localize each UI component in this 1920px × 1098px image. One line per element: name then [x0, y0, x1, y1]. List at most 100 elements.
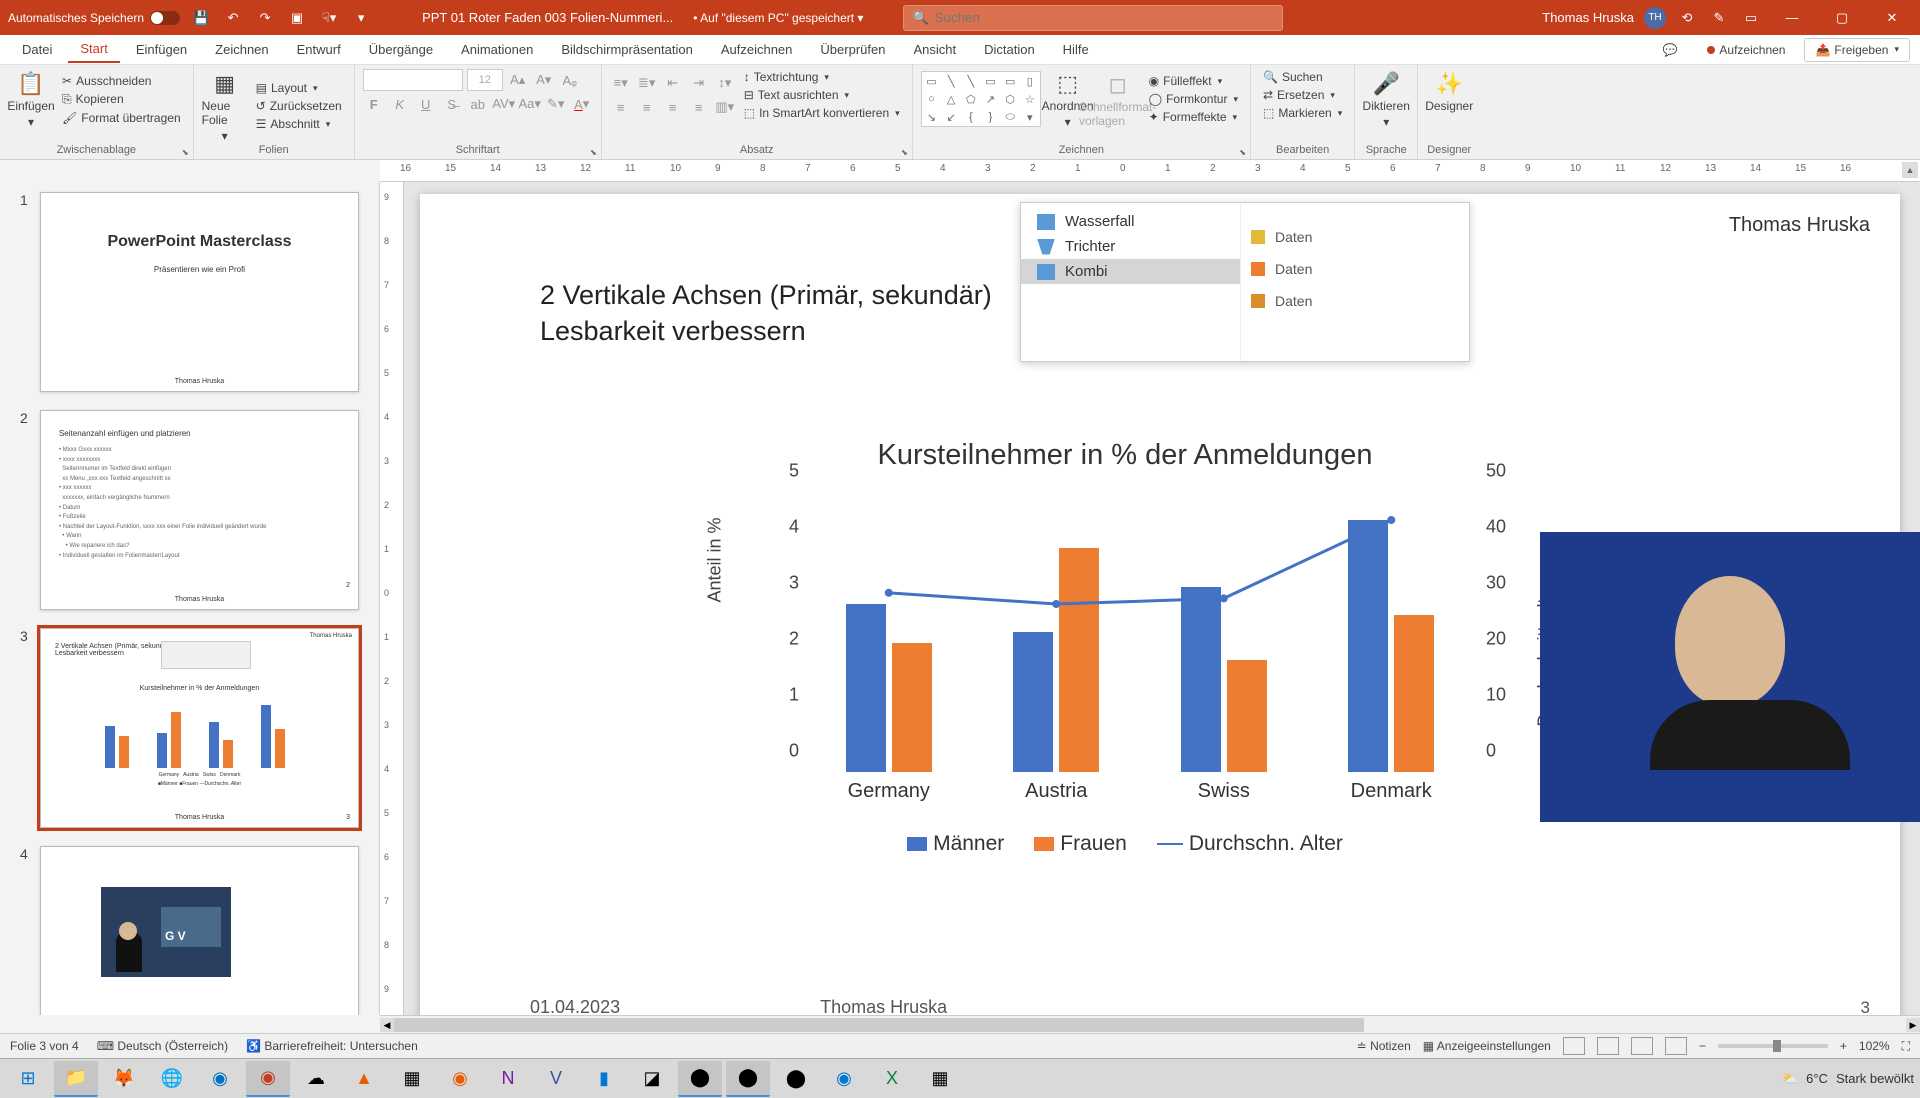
dictate-button[interactable]: 🎤Diktieren▾: [1363, 69, 1409, 129]
shape-fill-button[interactable]: ◉ Fülleffekt: [1145, 73, 1242, 89]
scroll-left-icon[interactable]: ◀: [380, 1018, 394, 1032]
dec-indent-icon[interactable]: ⇤: [662, 72, 684, 94]
line-spacing-icon[interactable]: ↕▾: [714, 72, 736, 94]
comments-button[interactable]: 💬: [1651, 38, 1688, 62]
tab-dictation[interactable]: Dictation: [972, 37, 1047, 62]
close-button[interactable]: ✕: [1872, 3, 1912, 33]
replace-button[interactable]: ⇄ Ersetzen: [1259, 87, 1346, 103]
draw-mode-icon[interactable]: ✎: [1708, 7, 1730, 29]
align-text-button[interactable]: ⊟ Text ausrichten: [740, 87, 904, 103]
weather-widget[interactable]: ⛅ 6°C Stark bewölkt: [1782, 1071, 1914, 1087]
tab-aufzeichnen[interactable]: Aufzeichnen: [709, 37, 805, 62]
tb-vlc-icon[interactable]: ▲: [342, 1061, 386, 1097]
scroll-up-button[interactable]: ▲: [1902, 162, 1918, 178]
qat-more-icon[interactable]: ▾: [350, 7, 372, 29]
reading-view-icon[interactable]: [1631, 1037, 1653, 1055]
inc-indent-icon[interactable]: ⇥: [688, 72, 710, 94]
ribbon-display-icon[interactable]: ▭: [1740, 7, 1762, 29]
tb-app7-icon[interactable]: ⬤: [774, 1061, 818, 1097]
start-button[interactable]: ⊞: [6, 1061, 50, 1097]
font-size-combo[interactable]: 12: [467, 69, 503, 91]
columns-icon[interactable]: ▥▾: [714, 96, 736, 118]
search-input[interactable]: [935, 10, 1275, 25]
fit-window-icon[interactable]: ⛶: [1902, 1039, 1910, 1054]
slide-heading[interactable]: 2 Vertikale Achsen (Primär, sekundär) Le…: [540, 277, 992, 350]
record-button[interactable]: Aufzeichnen: [1696, 38, 1796, 62]
grow-font-icon[interactable]: A▴: [507, 69, 529, 91]
spacing-icon[interactable]: AV▾: [493, 93, 515, 115]
share-button[interactable]: 📤 Freigeben: [1804, 38, 1910, 62]
thumbnail-2[interactable]: 2 Seitenanzahl einfügen und platzieren •…: [20, 410, 359, 610]
tab-einfuegen[interactable]: Einfügen: [124, 37, 199, 62]
highlight-icon[interactable]: ✎▾: [545, 93, 567, 115]
numbering-icon[interactable]: ≣▾: [636, 72, 658, 94]
tb-edge-icon[interactable]: ◉: [822, 1061, 866, 1097]
popup-item-wasserfall[interactable]: Wasserfall: [1021, 209, 1240, 234]
user-avatar[interactable]: TH: [1644, 7, 1666, 29]
case-icon[interactable]: Aa▾: [519, 93, 541, 115]
autosave-toggle[interactable]: Automatisches Speichern: [8, 11, 180, 25]
new-slide-button[interactable]: ▦Neue Folie▾: [202, 69, 248, 143]
designer-button[interactable]: ✨Designer: [1426, 69, 1472, 113]
thumbnail-3[interactable]: 3 2 Vertikale Achsen (Primär, sekundär) …: [20, 628, 359, 828]
normal-view-icon[interactable]: [1563, 1037, 1585, 1055]
tb-app3-icon[interactable]: ◉: [438, 1061, 482, 1097]
toggle-switch[interactable]: [150, 11, 180, 25]
tb-explorer-icon[interactable]: 📁: [54, 1061, 98, 1097]
notes-button[interactable]: ≐ Notizen: [1357, 1039, 1411, 1053]
undo-icon[interactable]: ↶: [222, 7, 244, 29]
popup-item-trichter[interactable]: Trichter: [1021, 234, 1240, 259]
tab-ueberpruefen[interactable]: Überprüfen: [808, 37, 897, 62]
paste-button[interactable]: 📋Einfügen▾: [8, 69, 54, 129]
italic-icon[interactable]: K: [389, 93, 411, 115]
tab-hilfe[interactable]: Hilfe: [1051, 37, 1101, 62]
shape-effects-button[interactable]: ✦ Formeffekte: [1145, 109, 1242, 125]
tb-obs-icon[interactable]: ⬤: [678, 1061, 722, 1097]
section-button[interactable]: ☰ Abschnitt: [252, 116, 346, 132]
user-name[interactable]: Thomas Hruska: [1542, 10, 1634, 25]
display-settings-button[interactable]: ▦ Anzeigeeinstellungen: [1423, 1039, 1551, 1053]
slide-editor[interactable]: 9876543210123456789 Thomas Hruska 2 Vert…: [380, 182, 1920, 1015]
document-name[interactable]: PPT 01 Roter Faden 003 Folien-Nummeri...: [422, 10, 673, 25]
shapes-gallery[interactable]: ▭╲╲▭▭▯ ○△⬠↗⬡☆ ↘↙{}⬭▾: [921, 71, 1041, 127]
sync-icon[interactable]: ⟲: [1676, 7, 1698, 29]
align-left-icon[interactable]: ≡: [610, 96, 632, 118]
tb-visio-icon[interactable]: V: [534, 1061, 578, 1097]
save-location[interactable]: • Auf "diesem PC" gespeichert ▾: [693, 11, 863, 25]
tab-zeichnen[interactable]: Zeichnen: [203, 37, 280, 62]
tab-bildschirm[interactable]: Bildschirmpräsentation: [549, 37, 705, 62]
thumbnail-4[interactable]: 4 G V 4 Thomas Hruska 01.04.2023: [20, 846, 359, 1015]
tb-chrome-icon[interactable]: 🌐: [150, 1061, 194, 1097]
tb-app4-icon[interactable]: ▮: [582, 1061, 626, 1097]
font-color-icon[interactable]: A▾: [571, 93, 593, 115]
select-button[interactable]: ⬚ Markieren: [1259, 105, 1346, 121]
zoom-out-button[interactable]: −: [1699, 1039, 1706, 1053]
tab-entwurf[interactable]: Entwurf: [285, 37, 353, 62]
tab-datei[interactable]: Datei: [10, 37, 64, 62]
align-center-icon[interactable]: ≡: [636, 96, 658, 118]
chart[interactable]: Kursteilnehmer in % der Anmeldungen Ante…: [700, 439, 1550, 856]
sorter-view-icon[interactable]: [1597, 1037, 1619, 1055]
tb-app6-icon[interactable]: ⬤: [726, 1061, 770, 1097]
smartart-button[interactable]: ⬚ In SmartArt konvertieren: [740, 105, 904, 121]
tb-outlook-icon[interactable]: ◉: [198, 1061, 242, 1097]
maximize-button[interactable]: ▢: [1822, 3, 1862, 33]
present-icon[interactable]: ▣: [286, 7, 308, 29]
zoom-in-button[interactable]: +: [1840, 1039, 1847, 1053]
align-right-icon[interactable]: ≡: [662, 96, 684, 118]
layout-button[interactable]: ▤ Layout: [252, 80, 346, 96]
popup-item-kombi[interactable]: Kombi: [1021, 259, 1240, 284]
search-box[interactable]: 🔍: [903, 5, 1283, 31]
text-direction-button[interactable]: ↕ Textrichtung: [740, 69, 904, 85]
redo-icon[interactable]: ↷: [254, 7, 276, 29]
font-family-combo[interactable]: [363, 69, 463, 91]
horizontal-scrollbar[interactable]: ◀ ▶: [380, 1015, 1920, 1033]
bullets-icon[interactable]: ≡▾: [610, 72, 632, 94]
shadow-icon[interactable]: ab: [467, 93, 489, 115]
tab-uebergaenge[interactable]: Übergänge: [357, 37, 445, 62]
justify-icon[interactable]: ≡: [688, 96, 710, 118]
tb-firefox-icon[interactable]: 🦊: [102, 1061, 146, 1097]
tab-ansicht[interactable]: Ansicht: [901, 37, 968, 62]
thumbnail-1[interactable]: 1 PowerPoint Masterclass Präsentieren wi…: [20, 192, 359, 392]
tb-app8-icon[interactable]: ▦: [918, 1061, 962, 1097]
